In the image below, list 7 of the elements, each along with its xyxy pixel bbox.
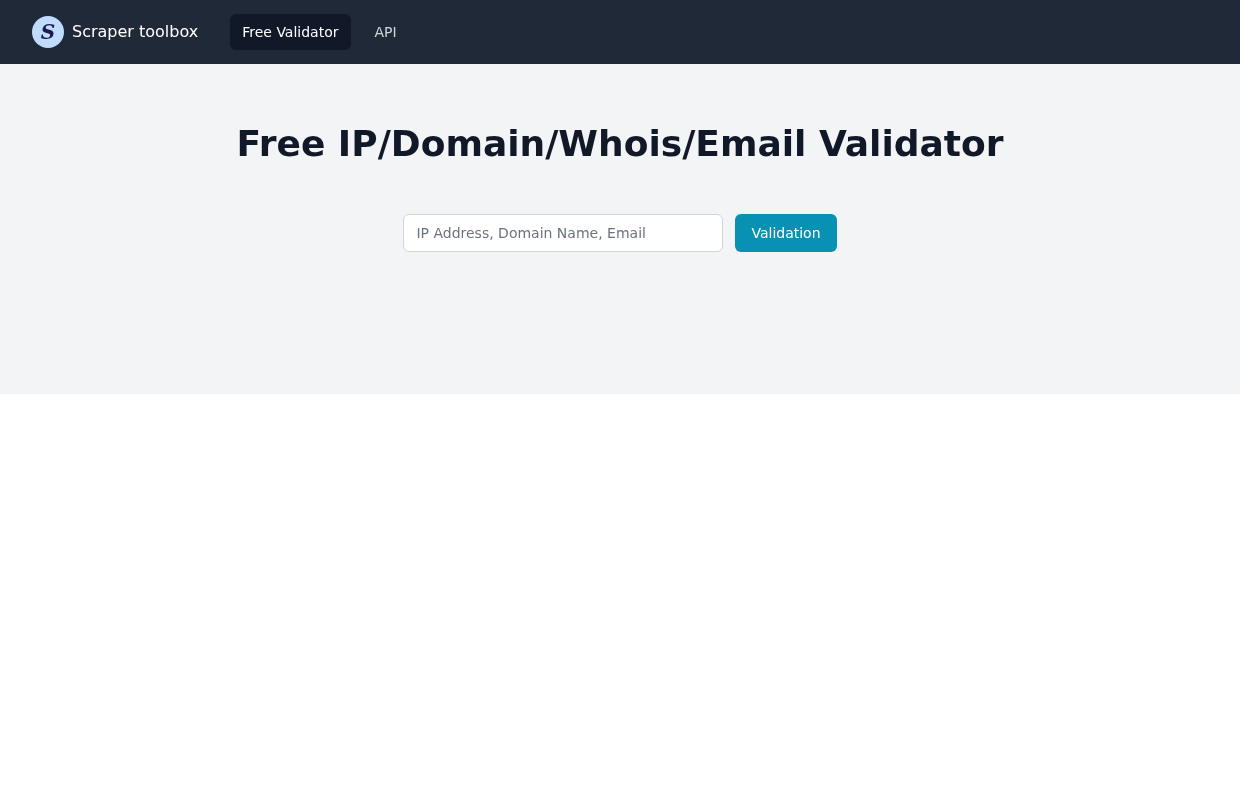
validation-button[interactable]: Validation [735,214,837,252]
page-title: Free IP/Domain/Whois/Email Validator [236,122,1004,166]
logo-icon: S [32,16,64,48]
nav-link[interactable]: Free Validator [230,14,351,50]
brand-link[interactable]: S Scraper toolbox [32,16,199,48]
search-field[interactable]: IP Address, Domain Name, Email [403,214,724,252]
nav-link[interactable]: API [362,14,409,50]
